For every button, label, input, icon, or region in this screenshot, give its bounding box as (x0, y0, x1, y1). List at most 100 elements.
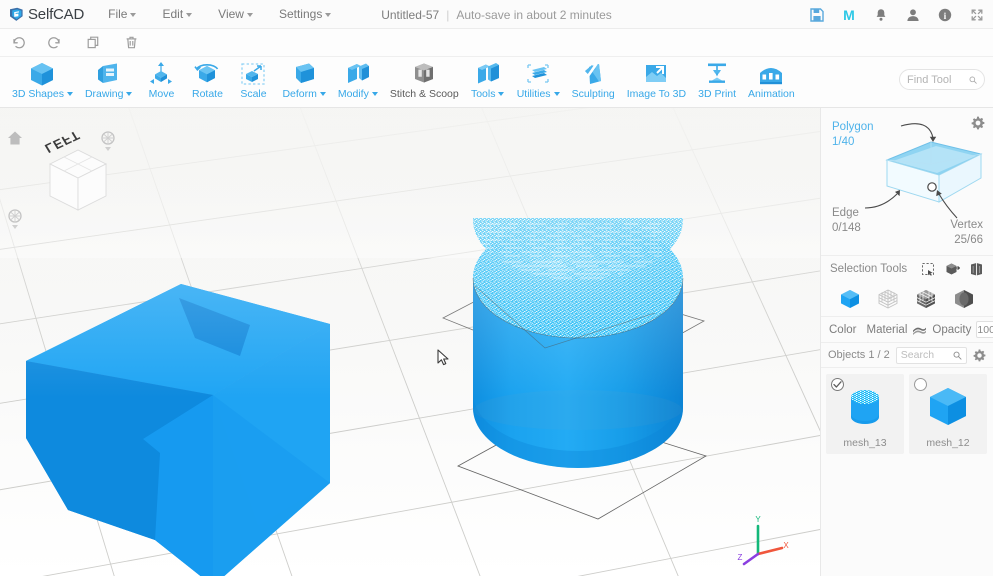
tool-deform[interactable]: Deform (276, 57, 331, 108)
axis-gizmo-icon[interactable] (6, 208, 24, 230)
mode-shaded-icon[interactable] (952, 287, 976, 311)
tool-3d-shapes-label: 3D Shapes (12, 88, 73, 100)
tools-icon (474, 59, 502, 87)
cube-select-icon[interactable] (945, 262, 961, 277)
tool-tools[interactable]: Tools (465, 57, 511, 108)
object-card-mesh-12[interactable]: mesh_12 (909, 374, 987, 454)
find-tool-search[interactable] (899, 69, 985, 90)
tool-3d-print-label: 3D Print (698, 88, 737, 100)
axis-z-label: Z (738, 553, 743, 562)
menu-item-file-label: File (108, 7, 128, 21)
object-name-mesh-12: mesh_12 (926, 437, 970, 449)
document-name[interactable]: Untitled-57 (381, 8, 439, 22)
tool-rotate[interactable]: Rotate (184, 57, 230, 108)
selfcad-app: SelfCAD File Edit View Settings Untitled… (0, 0, 993, 576)
object-thumbnail-cylinder (826, 378, 904, 434)
mesh-display-modes (821, 282, 993, 317)
delete-button[interactable] (120, 32, 142, 54)
tool-utilities-label: Utilities (517, 88, 560, 100)
tool-3d-shapes[interactable]: 3D Shapes (6, 57, 79, 108)
menu-item-view[interactable]: View (218, 7, 253, 21)
chevron-down-icon (130, 12, 137, 17)
objects-toolbar: Objects 1 / 2 (821, 343, 993, 368)
tool-sculpting[interactable]: Sculpting (566, 57, 621, 108)
notifications-bell-icon[interactable] (873, 7, 889, 23)
top-menu-bar: SelfCAD File Edit View Settings Untitled… (0, 0, 993, 29)
scale-icon (239, 59, 267, 87)
svg-text:M: M (843, 8, 855, 22)
user-account-icon[interactable] (905, 7, 921, 23)
utilities-icon (524, 59, 552, 87)
cube-icon (28, 59, 56, 87)
objects-search-input[interactable] (900, 349, 951, 361)
objects-search[interactable] (895, 346, 967, 364)
main-toolbar: 3D Shapes Drawing Move Rotate Scale Defo… (0, 57, 993, 108)
search-icon (953, 351, 962, 360)
brand[interactable]: SelfCAD (9, 6, 84, 23)
selection-tools-icons (921, 262, 984, 277)
object-card-mesh-13[interactable]: mesh_13 (826, 374, 904, 454)
tool-image-to-3d[interactable]: Image To 3D (621, 57, 692, 108)
image-to-3d-icon (642, 59, 670, 87)
marketplace-m-icon[interactable]: M (841, 7, 857, 23)
mesh-stats-card: Polygon 1/40 Edge 0/148 Vertex 25/66 (821, 108, 993, 256)
axis-y-label: Y (755, 515, 761, 524)
tool-scale[interactable]: Scale (230, 57, 276, 108)
objects-count-label: Objects 1 / 2 (828, 349, 890, 361)
tool-move-label: Move (148, 88, 175, 100)
mode-object-icon[interactable] (838, 287, 862, 311)
gear-icon[interactable] (973, 349, 986, 362)
tool-stitch-scoop[interactable]: Stitch & Scoop (384, 57, 465, 108)
copy-button[interactable] (82, 32, 104, 54)
menu-item-edit-label: Edit (162, 7, 184, 21)
material-icon[interactable] (912, 323, 927, 336)
object-thumbnail-cube (909, 378, 987, 434)
object-name-mesh-13: mesh_13 (843, 437, 887, 449)
tool-drawing[interactable]: Drawing (79, 57, 139, 108)
3d-viewport[interactable]: LEFT Y X Z (0, 108, 820, 576)
tool-sculpting-label: Sculpting (571, 88, 615, 100)
selection-tools-label: Selection Tools (830, 263, 908, 275)
tool-utilities[interactable]: Utilities (511, 57, 566, 108)
color-label: Color (829, 323, 857, 336)
tool-drawing-label: Drawing (85, 88, 133, 100)
mode-wireframe-icon[interactable] (876, 287, 900, 311)
appearance-row: Color Material Opacity 100 (821, 317, 993, 343)
selection-tools-row: Selection Tools (821, 256, 993, 282)
stitch-scoop-icon (410, 59, 438, 87)
drawing-icon (95, 59, 123, 87)
tool-move[interactable]: Move (138, 57, 184, 108)
tool-scale-label: Scale (240, 88, 267, 100)
brand-name: SelfCAD (28, 5, 85, 23)
undo-button[interactable] (6, 32, 28, 54)
fullscreen-icon[interactable] (969, 7, 985, 23)
menu-item-edit[interactable]: Edit (162, 7, 193, 21)
stat-vertex[interactable]: Vertex 25/66 (950, 218, 983, 248)
stat-edge-label: Edge (832, 207, 859, 219)
layers-select-icon[interactable] (969, 262, 984, 277)
modify-icon (344, 59, 372, 87)
tool-modify[interactable]: Modify (332, 57, 384, 108)
stat-edge[interactable]: Edge 0/148 (832, 206, 861, 236)
right-panel: Polygon 1/40 Edge 0/148 Vertex 25/66 Sel… (820, 108, 993, 576)
redo-button[interactable] (44, 32, 66, 54)
opacity-input[interactable]: 100 (976, 321, 993, 338)
menu-item-view-label: View (218, 7, 244, 21)
info-icon[interactable]: i (937, 7, 953, 23)
save-icon[interactable] (809, 7, 825, 23)
stat-polygon[interactable]: Polygon 1/40 (832, 120, 874, 150)
tool-3d-print[interactable]: 3D Print (692, 57, 742, 108)
home-icon[interactable] (7, 130, 23, 146)
tool-tools-label: Tools (471, 88, 505, 100)
stat-polygon-value: 1/40 (832, 136, 855, 148)
rect-select-icon[interactable] (921, 262, 936, 277)
mode-subdivide-icon[interactable] (914, 287, 938, 311)
find-tool-input[interactable] (907, 73, 965, 86)
chevron-down-icon (325, 12, 332, 17)
tool-animation[interactable]: Animation (742, 57, 801, 108)
svg-text:i: i (944, 12, 947, 22)
menu-item-file[interactable]: File (108, 7, 137, 21)
animation-icon (757, 59, 785, 87)
axis-gizmo-icon[interactable] (99, 130, 117, 152)
menu-item-settings[interactable]: Settings (279, 7, 332, 21)
